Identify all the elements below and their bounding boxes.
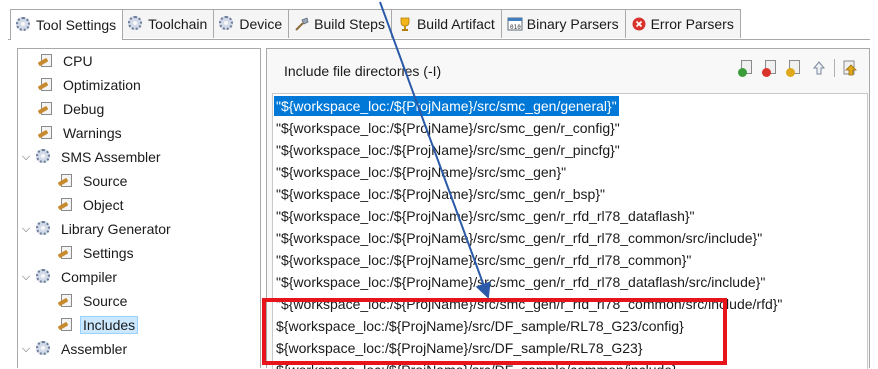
tab-label: Build Artifact [416,16,495,32]
chevron-down-icon[interactable]: ⌵ [20,343,32,356]
list-item[interactable]: "${workspace_loc:/${ProjName}/src/smc_ge… [274,250,693,270]
tree-item-label: CPU [63,53,93,69]
gear-icon [128,16,144,32]
edit-icon[interactable] [786,59,804,77]
tab-label: Device [239,16,283,32]
gear-icon [16,17,32,33]
tab-label: Toolchain [148,16,208,32]
tool-settings-icon [37,77,54,93]
gear-icon [36,269,52,285]
list-item[interactable]: "${workspace_loc:/${ProjName}/src/smc_ge… [274,96,619,116]
move-up-icon[interactable] [810,59,828,77]
add-icon[interactable] [738,59,756,77]
list-item[interactable]: "${workspace_loc:/${ProjName}/src/smc_ge… [274,140,622,160]
tab-toolchain[interactable]: Toolchain [122,9,215,38]
list-item[interactable]: "${workspace_loc:/${ProjName}/src/smc_ge… [274,118,622,138]
tree-item-label: Settings [83,245,134,261]
tree-item-label: Debug [63,101,105,117]
tool-settings-icon [37,125,54,141]
tree-item-warnings[interactable]: Warnings [37,121,125,145]
tool-settings-icon [57,173,74,189]
tab-device[interactable]: Device [213,9,290,38]
settings-tree: CPU Optimization Debug Warnings ⌵ SMS As… [17,48,261,368]
tree-item-cpu[interactable]: CPU [37,49,96,73]
list-item[interactable]: "${workspace_loc:/${ProjName}/src/smc_ge… [274,162,568,182]
list-item[interactable]: "${workspace_loc:/${ProjName}/src/smc_ge… [274,184,607,204]
list-item[interactable]: "${workspace_loc:/${ProjName}/src/smc_ge… [274,228,764,248]
tool-settings-icon [57,197,74,213]
tree-item-optimization[interactable]: Optimization [37,73,144,97]
tab-tool-settings[interactable]: Tool Settings [10,9,124,40]
tree-item-label: SMS Assembler [61,149,161,165]
tree-item-compiler-source[interactable]: Source [57,289,130,313]
tool-settings-icon [57,293,74,309]
tree-item-settings[interactable]: Settings [57,241,137,265]
tab-binary-parsers[interactable]: 010 Binary Parsers [500,9,626,38]
chevron-down-icon[interactable]: ⌵ [20,151,32,164]
tool-settings-icon [57,245,74,261]
tab-bar: Tool Settings Toolchain Device Build Ste… [8,9,870,40]
include-directories-list[interactable]: "${workspace_loc:/${ProjName}/src/smc_ge… [272,93,868,369]
tree-item-sms-source[interactable]: Source [57,169,130,193]
move-down-icon[interactable] [841,59,859,77]
list-item[interactable]: ${workspace_loc:/${ProjName}/src/DF_samp… [274,338,645,358]
tree-item-label: Source [83,293,128,309]
panel-title: Include file directories (-I) [284,63,442,79]
list-item[interactable]: ${workspace_loc:/${ProjName}/src/DF_samp… [274,360,679,369]
tab-label: Binary Parsers [526,16,619,32]
tree-item-label: Warnings [63,125,122,141]
tool-settings-icon [37,101,54,117]
tree-item-includes[interactable]: Includes [57,313,139,337]
tree-item-label: Library Generator [61,221,171,237]
tab-label: Tool Settings [36,17,117,33]
list-toolbar [738,59,859,77]
trophy-icon [397,16,413,32]
tree-item-label: Object [83,197,124,213]
toolbar-separator [834,59,835,77]
delete-icon[interactable] [762,59,780,77]
tree-item-assembler[interactable]: ⌵ Assembler [20,337,130,361]
svg-text:010: 010 [510,24,521,31]
list-item[interactable]: "${workspace_loc:/${ProjName}/src/smc_ge… [274,206,697,226]
gear-icon [36,221,52,237]
tree-item-label: Optimization [63,77,141,93]
tree-item-label: Compiler [61,269,118,285]
error-icon [631,16,647,32]
tree-item-library-generator[interactable]: ⌵ Library Generator [20,217,174,241]
chevron-down-icon[interactable]: ⌵ [20,271,32,284]
tab-build-artifact[interactable]: Build Artifact [390,9,502,38]
chevron-down-icon[interactable]: ⌵ [20,223,32,236]
list-item[interactable]: ${workspace_loc:/${ProjName}/src/DF_samp… [274,316,686,336]
tree-item-object[interactable]: Object [57,193,126,217]
tab-label: Error Parsers [650,16,734,32]
gear-icon [219,16,235,32]
include-directories-panel: Include file directories (-I) "${workspa… [266,48,870,369]
tab-label: Build Steps [314,16,385,32]
gear-icon [36,341,52,357]
tree-item-label: Includes [80,316,139,334]
binary-icon: 010 [507,16,523,32]
tree-item-debug[interactable]: Debug [37,97,107,121]
tree-item-sms-assembler[interactable]: ⌵ SMS Assembler [20,145,164,169]
tree-item-label: Assembler [61,341,128,357]
tab-error-parsers[interactable]: Error Parsers [624,9,741,38]
tool-settings-icon [37,53,54,69]
build-steps-icon [294,16,310,32]
gear-icon [36,149,52,165]
tree-item-compiler[interactable]: ⌵ Compiler [20,265,120,289]
tab-build-steps[interactable]: Build Steps [288,9,392,38]
list-item[interactable]: "${workspace_loc:/${ProjName}/src/smc_ge… [274,294,784,314]
list-item[interactable]: "${workspace_loc:/${ProjName}/src/smc_ge… [274,272,767,292]
tool-settings-icon [57,317,74,333]
tree-item-label: Source [83,173,128,189]
